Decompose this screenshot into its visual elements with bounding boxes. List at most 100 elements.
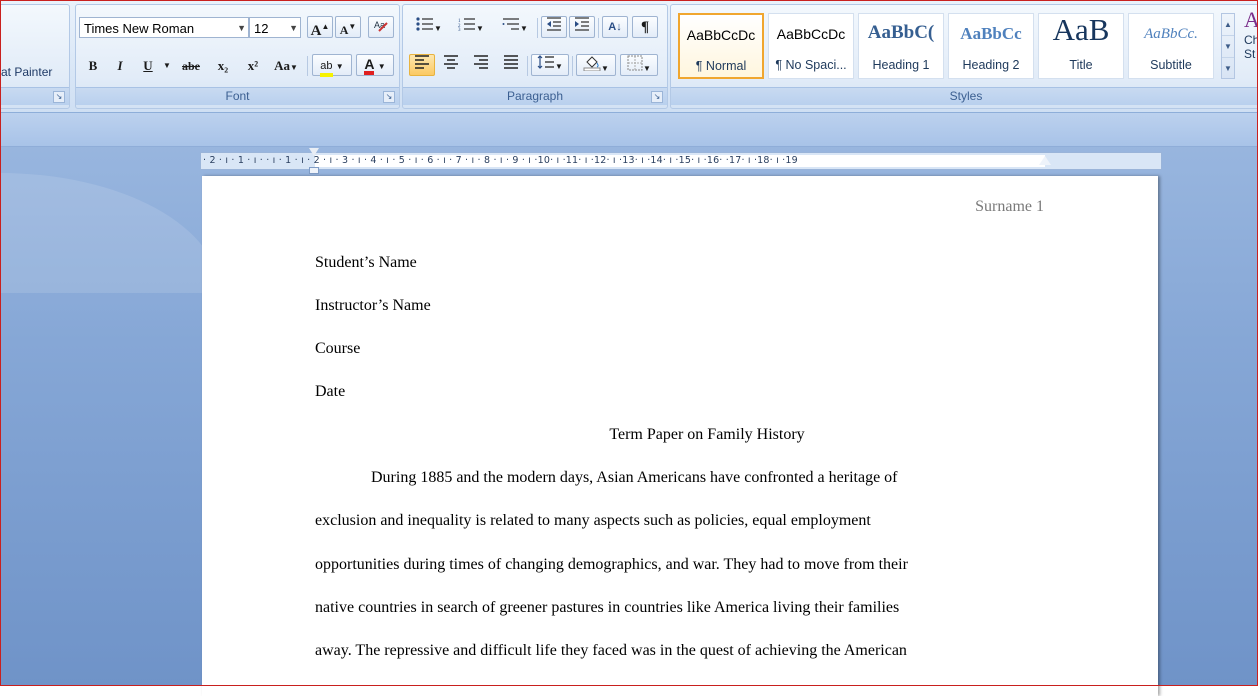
- body-paragraph-line[interactable]: native countries in search of greener pa…: [315, 599, 899, 617]
- format-painter-button[interactable]: at Painter: [1, 65, 52, 79]
- scroll-up-icon[interactable]: ▲: [1222, 14, 1234, 36]
- paragraph-dialog-launcher-icon[interactable]: ↘: [651, 91, 663, 103]
- font-family-value: Times New Roman: [84, 21, 195, 36]
- numbering-button[interactable]: 1 2 3 ▼: [451, 16, 491, 38]
- ruler-ticks: · 2 · ı · 1 · ı · · ı · 1 · ı · 2 · ı · …: [203, 155, 798, 166]
- subscript-button[interactable]: x₂: [210, 55, 236, 77]
- style-heading-1[interactable]: AaBbC( Heading 1: [858, 13, 944, 79]
- numbering-icon: 123: [458, 18, 476, 33]
- decrease-indent-button[interactable]: [541, 16, 567, 38]
- chevron-down-icon: ▼: [335, 62, 344, 71]
- separator: [527, 56, 528, 76]
- separator: [572, 56, 573, 76]
- style-name: Subtitle: [1150, 58, 1192, 72]
- style-name: ¶ Normal: [695, 59, 747, 73]
- change-styles-icon: A: [1244, 7, 1258, 32]
- font-group: Times New Roman ▼ 12 ▼ A▲ A▼ Aa B I U ▼ …: [75, 4, 400, 109]
- align-right-icon: [474, 55, 488, 69]
- style-name: Heading 2: [962, 58, 1020, 72]
- align-right-button[interactable]: [468, 54, 494, 76]
- horizontal-ruler[interactable]: · 2 · ı · 1 · ı · · ı · 1 · ı · 2 · ı · …: [200, 152, 1162, 170]
- font-group-label: Font: [76, 87, 399, 105]
- align-left-icon: [415, 55, 429, 69]
- change-styles-label: Ch St: [1244, 33, 1258, 61]
- document-title[interactable]: Term Paper on Family History: [202, 426, 1212, 444]
- right-indent-marker[interactable]: [1039, 156, 1051, 165]
- date-line[interactable]: Date: [315, 383, 345, 401]
- align-center-icon: [444, 55, 458, 69]
- bullets-icon: [416, 17, 434, 31]
- student-name-line[interactable]: Student’s Name: [315, 254, 417, 272]
- document-page[interactable]: Surname 1 Student’s Name Instructor’s Na…: [202, 176, 1158, 696]
- show-formatting-marks-button[interactable]: ¶: [632, 16, 658, 38]
- increase-indent-icon: [575, 17, 589, 31]
- bold-button[interactable]: B: [81, 55, 105, 77]
- change-styles-button[interactable]: A Ch St: [1244, 7, 1258, 62]
- clipboard-dialog-launcher-icon[interactable]: ↘: [53, 91, 65, 103]
- style-sample: AaBbCcDc: [686, 27, 756, 43]
- align-center-button[interactable]: [438, 54, 464, 76]
- body-paragraph-line[interactable]: exclusion and inequality is related to m…: [315, 512, 871, 530]
- style-sample: AaBbCc.: [1144, 26, 1198, 42]
- underline-button[interactable]: U: [136, 55, 160, 77]
- style-no-spacing[interactable]: AaBbCcDc ¶ No Spaci...: [768, 13, 854, 79]
- page-header[interactable]: Surname 1: [975, 198, 1044, 216]
- borders-button[interactable]: ▼: [620, 54, 658, 76]
- line-spacing-icon: [537, 55, 555, 69]
- styles-group-label: Styles: [671, 87, 1258, 105]
- style-title[interactable]: AaB Title: [1038, 13, 1124, 79]
- style-sample: AaBbCc: [960, 24, 1022, 43]
- font-dialog-launcher-icon[interactable]: ↘: [383, 91, 395, 103]
- line-spacing-button[interactable]: ▼: [531, 54, 569, 76]
- grow-font-button[interactable]: A▲: [307, 16, 333, 39]
- background-decoration: [0, 173, 220, 293]
- font-size-value: 12: [254, 21, 269, 36]
- font-size-select[interactable]: 12 ▼: [249, 17, 301, 38]
- borders-icon: [627, 55, 643, 71]
- style-heading-2[interactable]: AaBbCc Heading 2: [948, 13, 1034, 79]
- bullets-button[interactable]: ▼: [409, 16, 449, 38]
- highlight-color-button[interactable]: ab ▼: [312, 54, 352, 77]
- increase-indent-button[interactable]: [569, 16, 595, 38]
- clear-formatting-button[interactable]: Aa: [368, 16, 394, 38]
- gallery-more-icon[interactable]: ▼: [1222, 58, 1234, 79]
- workspace-top-band: [0, 113, 1258, 147]
- shrink-font-button[interactable]: A▼: [335, 16, 361, 38]
- scroll-down-icon[interactable]: ▼: [1222, 36, 1234, 58]
- paragraph-group-label: Paragraph: [403, 87, 667, 105]
- body-paragraph-line[interactable]: away. The repressive and difficult life …: [315, 642, 907, 660]
- chevron-down-icon: ▼: [289, 63, 298, 72]
- style-sample: AaBbCcDc: [776, 26, 846, 42]
- underline-dropdown-chevron-down-icon[interactable]: ▼: [162, 55, 172, 77]
- multilevel-list-button[interactable]: ▼: [495, 16, 535, 38]
- style-name: Title: [1069, 58, 1093, 72]
- strikethrough-button[interactable]: abe: [176, 55, 206, 77]
- first-line-indent-marker[interactable]: [309, 148, 319, 156]
- styles-gallery-scroll[interactable]: ▲ ▼ ▼: [1221, 13, 1235, 79]
- sort-button[interactable]: A↓: [602, 16, 628, 38]
- separator: [598, 18, 599, 38]
- paint-bucket-icon: [583, 56, 601, 72]
- course-line[interactable]: Course: [315, 340, 360, 358]
- multilevel-list-icon: [502, 18, 520, 30]
- left-indent-marker[interactable]: [309, 167, 319, 174]
- justify-button[interactable]: [498, 54, 524, 76]
- font-family-select[interactable]: Times New Roman ▼: [79, 17, 249, 38]
- body-paragraph-line[interactable]: During 1885 and the modern days, Asian A…: [371, 469, 898, 487]
- sort-icon: A↓: [608, 21, 622, 33]
- svg-text:3: 3: [458, 28, 461, 31]
- style-subtitle[interactable]: AaBbCc. Subtitle: [1128, 13, 1214, 79]
- italic-button[interactable]: I: [108, 55, 132, 77]
- highlighter-icon: ab: [320, 60, 333, 77]
- instructor-name-line[interactable]: Instructor’s Name: [315, 297, 431, 315]
- align-left-button[interactable]: [409, 54, 435, 76]
- font-color-button[interactable]: A ▼: [356, 54, 394, 76]
- style-normal[interactable]: AaBbCcDc ¶ Normal: [678, 13, 764, 79]
- styles-group: AaBbCcDc ¶ Normal AaBbCcDc ¶ No Spaci...…: [670, 4, 1258, 109]
- svg-text:Aa: Aa: [374, 20, 385, 30]
- shading-button[interactable]: ▼: [576, 54, 616, 76]
- body-paragraph-line[interactable]: opportunities during times of changing d…: [315, 556, 908, 574]
- chevron-down-icon: ▼: [289, 23, 298, 33]
- change-case-button[interactable]: Aa▼: [271, 55, 301, 77]
- superscript-button[interactable]: x²: [240, 55, 266, 77]
